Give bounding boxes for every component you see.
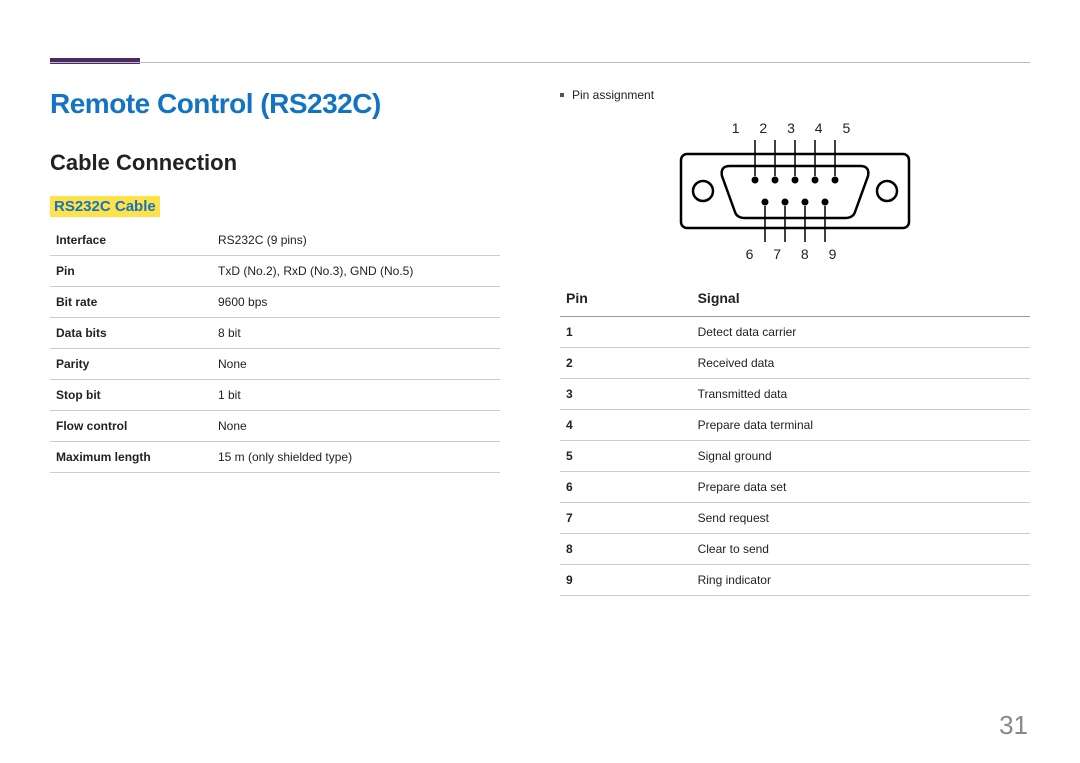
signal-pin: 8 bbox=[560, 534, 692, 565]
pin-numbers-top: 1 2 3 4 5 bbox=[675, 120, 915, 136]
spec-key: Flow control bbox=[50, 411, 212, 442]
spec-value: TxD (No.2), RxD (No.3), GND (No.5) bbox=[212, 256, 500, 287]
table-row: 6 Prepare data set bbox=[560, 472, 1030, 503]
signal-pin: 6 bbox=[560, 472, 692, 503]
pin-assignment-label-row: Pin assignment bbox=[560, 88, 1030, 102]
spec-key: Maximum length bbox=[50, 442, 212, 473]
spec-key: Interface bbox=[50, 225, 212, 256]
spec-value: 15 m (only shielded type) bbox=[212, 442, 500, 473]
table-row: 1 Detect data carrier bbox=[560, 317, 1030, 348]
signal-pin: 5 bbox=[560, 441, 692, 472]
left-column: Remote Control (RS232C) Cable Connection… bbox=[50, 88, 540, 596]
table-row: 7 Send request bbox=[560, 503, 1030, 534]
chapter-indicator-bar bbox=[50, 58, 140, 64]
signal-pin: 9 bbox=[560, 565, 692, 596]
signal-name: Detect data carrier bbox=[692, 317, 1030, 348]
section-heading: Cable Connection bbox=[50, 150, 500, 176]
signal-table: Pin Signal 1 Detect data carrier 2 Recei… bbox=[560, 280, 1030, 596]
signal-pin: 3 bbox=[560, 379, 692, 410]
table-row: Flow control None bbox=[50, 411, 500, 442]
table-header-row: Pin Signal bbox=[560, 280, 1030, 317]
signal-name: Clear to send bbox=[692, 534, 1030, 565]
table-row: Stop bit 1 bit bbox=[50, 380, 500, 411]
spec-table: Interface RS232C (9 pins) Pin TxD (No.2)… bbox=[50, 225, 500, 473]
table-row: 9 Ring indicator bbox=[560, 565, 1030, 596]
signal-head-pin: Pin bbox=[560, 280, 692, 317]
signal-name: Transmitted data bbox=[692, 379, 1030, 410]
spec-value: 1 bit bbox=[212, 380, 500, 411]
page-content: Remote Control (RS232C) Cable Connection… bbox=[50, 88, 1030, 596]
page-title: Remote Control (RS232C) bbox=[50, 88, 500, 120]
spec-key: Bit rate bbox=[50, 287, 212, 318]
spec-value: RS232C (9 pins) bbox=[212, 225, 500, 256]
signal-pin: 7 bbox=[560, 503, 692, 534]
table-row: Bit rate 9600 bps bbox=[50, 287, 500, 318]
signal-head-signal: Signal bbox=[692, 280, 1030, 317]
signal-name: Received data bbox=[692, 348, 1030, 379]
table-row: 8 Clear to send bbox=[560, 534, 1030, 565]
spec-value: None bbox=[212, 349, 500, 380]
right-column: Pin assignment 1 2 3 4 5 bbox=[540, 88, 1030, 596]
db9-connector-icon bbox=[675, 136, 915, 246]
table-row: Maximum length 15 m (only shielded type) bbox=[50, 442, 500, 473]
signal-name: Signal ground bbox=[692, 441, 1030, 472]
signal-pin: 4 bbox=[560, 410, 692, 441]
signal-name: Prepare data terminal bbox=[692, 410, 1030, 441]
table-row: Pin TxD (No.2), RxD (No.3), GND (No.5) bbox=[50, 256, 500, 287]
signal-pin: 1 bbox=[560, 317, 692, 348]
table-row: 5 Signal ground bbox=[560, 441, 1030, 472]
bullet-icon bbox=[560, 93, 564, 97]
table-row: Parity None bbox=[50, 349, 500, 380]
pin-numbers-bottom: 6 7 8 9 bbox=[675, 246, 915, 262]
table-row: 2 Received data bbox=[560, 348, 1030, 379]
signal-name: Send request bbox=[692, 503, 1030, 534]
spec-value: 9600 bps bbox=[212, 287, 500, 318]
signal-name: Prepare data set bbox=[692, 472, 1030, 503]
signal-pin: 2 bbox=[560, 348, 692, 379]
pin-assignment-label: Pin assignment bbox=[572, 88, 654, 102]
spec-value: 8 bit bbox=[212, 318, 500, 349]
top-horizontal-rule bbox=[50, 62, 1030, 63]
signal-name: Ring indicator bbox=[692, 565, 1030, 596]
spec-key: Data bits bbox=[50, 318, 212, 349]
spec-key: Parity bbox=[50, 349, 212, 380]
spec-value: None bbox=[212, 411, 500, 442]
table-row: Data bits 8 bit bbox=[50, 318, 500, 349]
connector-diagram: 1 2 3 4 5 bbox=[675, 120, 915, 262]
table-row: Interface RS232C (9 pins) bbox=[50, 225, 500, 256]
table-row: 4 Prepare data terminal bbox=[560, 410, 1030, 441]
spec-key: Pin bbox=[50, 256, 212, 287]
page-number: 31 bbox=[999, 710, 1028, 741]
table-row: 3 Transmitted data bbox=[560, 379, 1030, 410]
spec-key: Stop bit bbox=[50, 380, 212, 411]
cable-heading: RS232C Cable bbox=[50, 196, 160, 217]
